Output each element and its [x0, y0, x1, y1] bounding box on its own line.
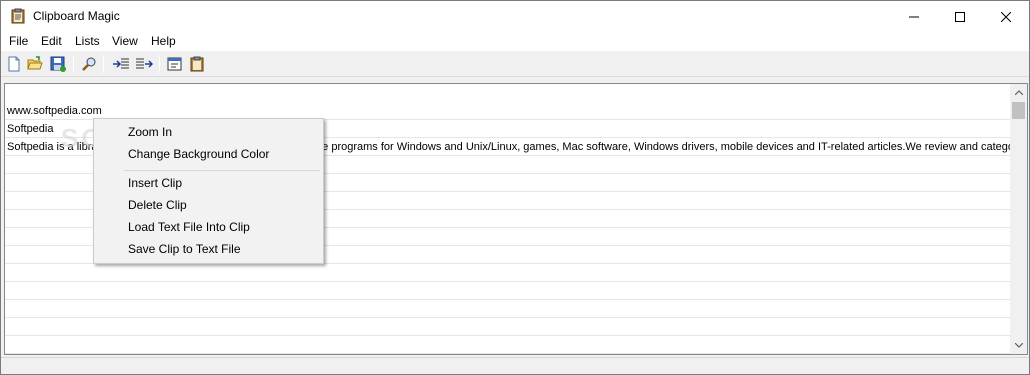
menu-item-delete-clip[interactable]: Delete Clip: [128, 195, 187, 215]
save-button[interactable]: [48, 54, 68, 74]
title-bar[interactable]: Clipboard Magic: [1, 1, 1029, 32]
menu-view[interactable]: View: [112, 34, 138, 48]
indent-in-icon: [113, 58, 129, 69]
list-item[interactable]: [5, 336, 1010, 354]
clipboard-icon: [190, 56, 204, 72]
indent-out-button[interactable]: [134, 54, 154, 74]
new-file-icon: [8, 56, 20, 72]
toolbar-separator: [159, 55, 160, 73]
menu-edit[interactable]: Edit: [41, 34, 62, 48]
scroll-thumb[interactable]: [1012, 102, 1025, 119]
app-window: Clipboard Magic File Edit Lists View Hel…: [0, 0, 1030, 375]
open-folder-icon: [27, 56, 43, 70]
properties-icon: [167, 57, 182, 71]
close-icon: [1001, 11, 1011, 22]
list-item[interactable]: [5, 264, 1010, 282]
clipboard-app-icon: [10, 8, 26, 24]
list-item[interactable]: [5, 318, 1010, 336]
open-button[interactable]: [25, 54, 45, 74]
scroll-down-button[interactable]: [1010, 337, 1027, 354]
list-item-text: Softpedia is a libra: [7, 141, 98, 153]
maximize-icon: [955, 11, 965, 22]
menu-item-save-clip-to-text-file[interactable]: Save Clip to Text File: [128, 239, 241, 259]
save-icon: [50, 56, 66, 72]
close-button[interactable]: [983, 1, 1029, 32]
chevron-up-icon: [1014, 90, 1023, 95]
list-item[interactable]: [5, 300, 1010, 318]
menu-help[interactable]: Help: [151, 34, 176, 48]
properties-button[interactable]: [165, 54, 185, 74]
chevron-down-icon: [1014, 343, 1023, 348]
menu-item-zoom-in[interactable]: Zoom In: [128, 122, 172, 142]
menu-lists[interactable]: Lists: [75, 34, 100, 48]
indent-in-button[interactable]: [111, 54, 131, 74]
menu-bar: File Edit Lists View Help: [1, 32, 1029, 51]
menu-separator: [124, 170, 320, 171]
vertical-scrollbar[interactable]: [1010, 84, 1027, 354]
status-bar: [1, 357, 1029, 374]
menu-item-load-text-file[interactable]: Load Text File Into Clip: [128, 217, 250, 237]
toolbar-separator: [73, 55, 74, 73]
toolbar: [1, 51, 1029, 77]
window-title: Clipboard Magic: [33, 9, 120, 23]
clipboard-button[interactable]: [187, 54, 207, 74]
maximize-button[interactable]: [937, 1, 983, 32]
list-item-text-tail: re programs for Windows and Unix/Linux, …: [318, 141, 1011, 153]
menu-file[interactable]: File: [9, 34, 28, 48]
menu-item-insert-clip[interactable]: Insert Clip: [128, 173, 182, 193]
minimize-button[interactable]: [891, 1, 937, 32]
menu-item-change-background-color[interactable]: Change Background Color: [128, 144, 269, 164]
list-item[interactable]: [5, 282, 1010, 300]
minimize-icon: [909, 16, 919, 17]
context-menu: Zoom In Change Background Color Insert C…: [93, 118, 324, 264]
find-button[interactable]: [79, 54, 99, 74]
find-icon: [82, 57, 96, 71]
indent-out-icon: [136, 58, 153, 69]
scroll-up-button[interactable]: [1010, 84, 1027, 101]
new-button[interactable]: [4, 54, 24, 74]
toolbar-separator: [103, 55, 104, 73]
